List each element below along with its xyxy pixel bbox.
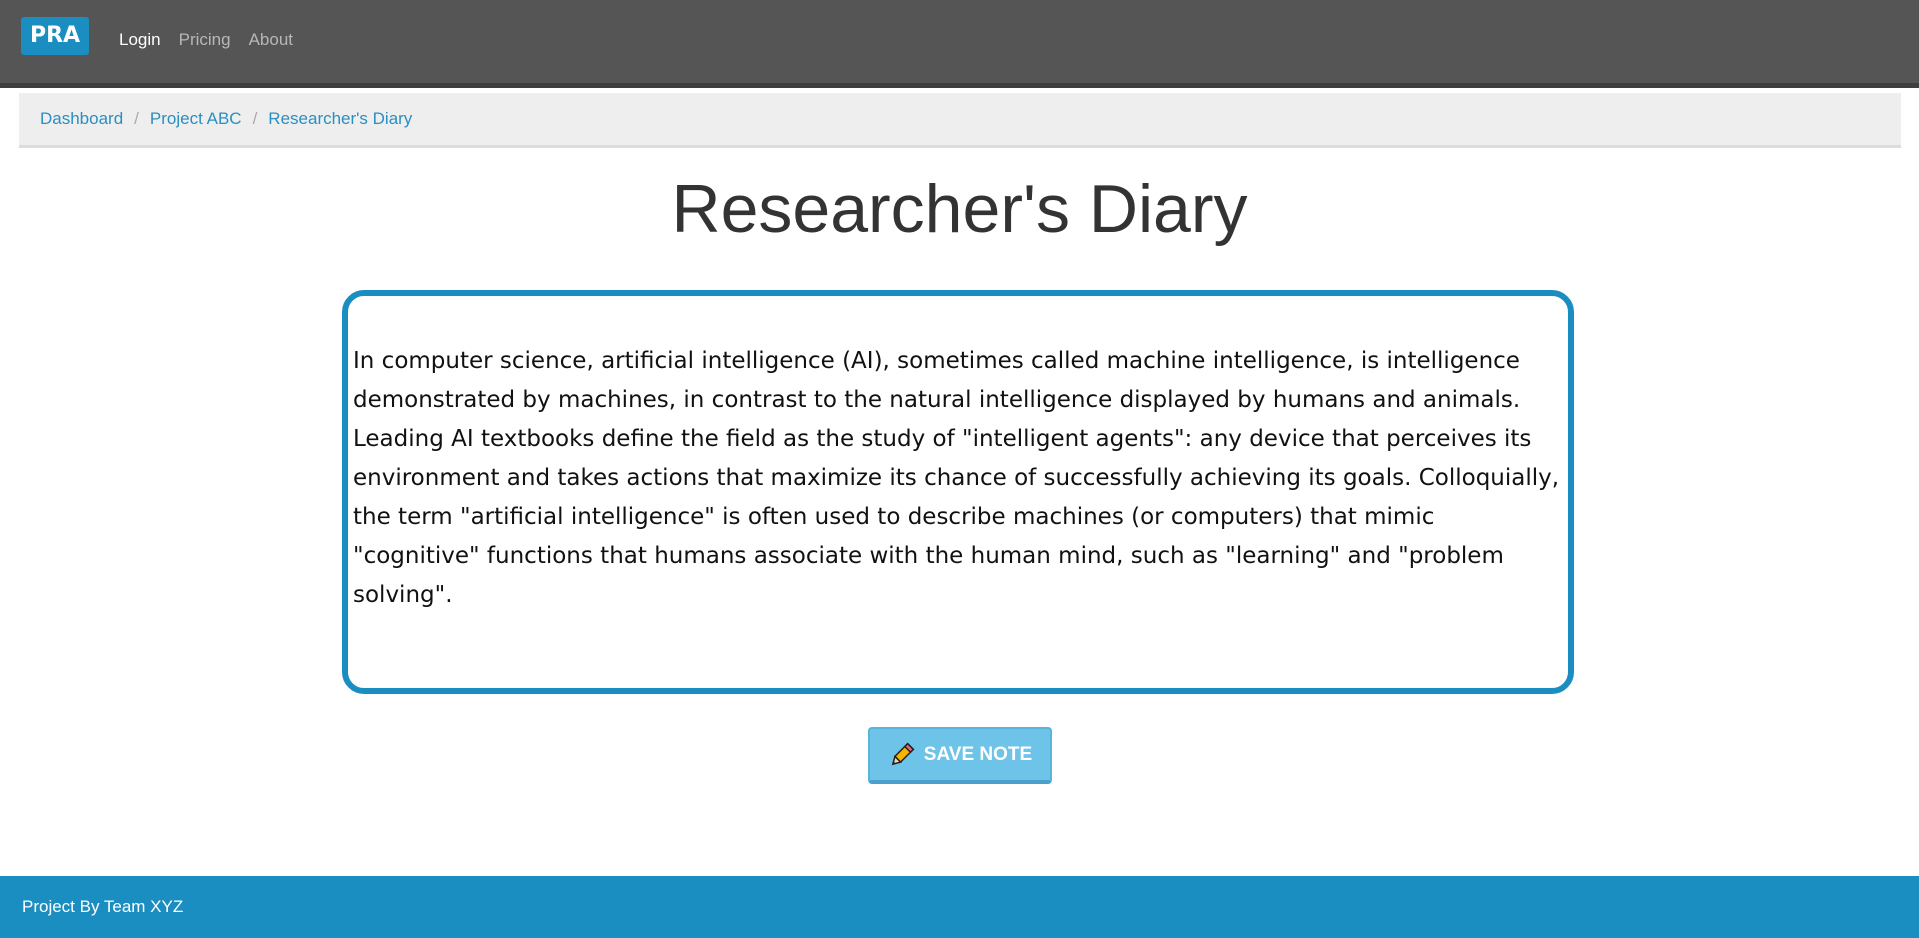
note-textarea[interactable]: In computer science, artificial intellig…	[342, 290, 1574, 694]
breadcrumb-item-project[interactable]: Project ABC	[150, 109, 242, 129]
footer-text: Project By Team XYZ	[22, 897, 184, 916]
breadcrumb-item-dashboard[interactable]: Dashboard	[40, 109, 123, 129]
nav-links: Login Pricing About	[119, 30, 293, 50]
nav-link-about[interactable]: About	[249, 30, 293, 50]
pencil-icon	[888, 741, 916, 769]
page-title: Researcher's Diary	[671, 171, 1248, 247]
save-note-label: SAVE NOTE	[923, 743, 1033, 765]
breadcrumb-item-diary[interactable]: Researcher's Diary	[268, 109, 412, 129]
nav-link-login[interactable]: Login	[119, 30, 161, 50]
breadcrumb: Dashboard / Project ABC / Researcher's D…	[19, 93, 1901, 148]
save-note-button[interactable]: SAVE NOTE	[868, 727, 1052, 784]
breadcrumb-separator: /	[134, 109, 139, 128]
nav-link-pricing[interactable]: Pricing	[179, 30, 231, 50]
footer: Project By Team XYZ	[0, 876, 1919, 938]
top-navbar: PRA Login Pricing About	[0, 0, 1919, 88]
breadcrumb-separator: /	[252, 109, 258, 128]
brand-logo[interactable]: PRA	[21, 17, 89, 55]
